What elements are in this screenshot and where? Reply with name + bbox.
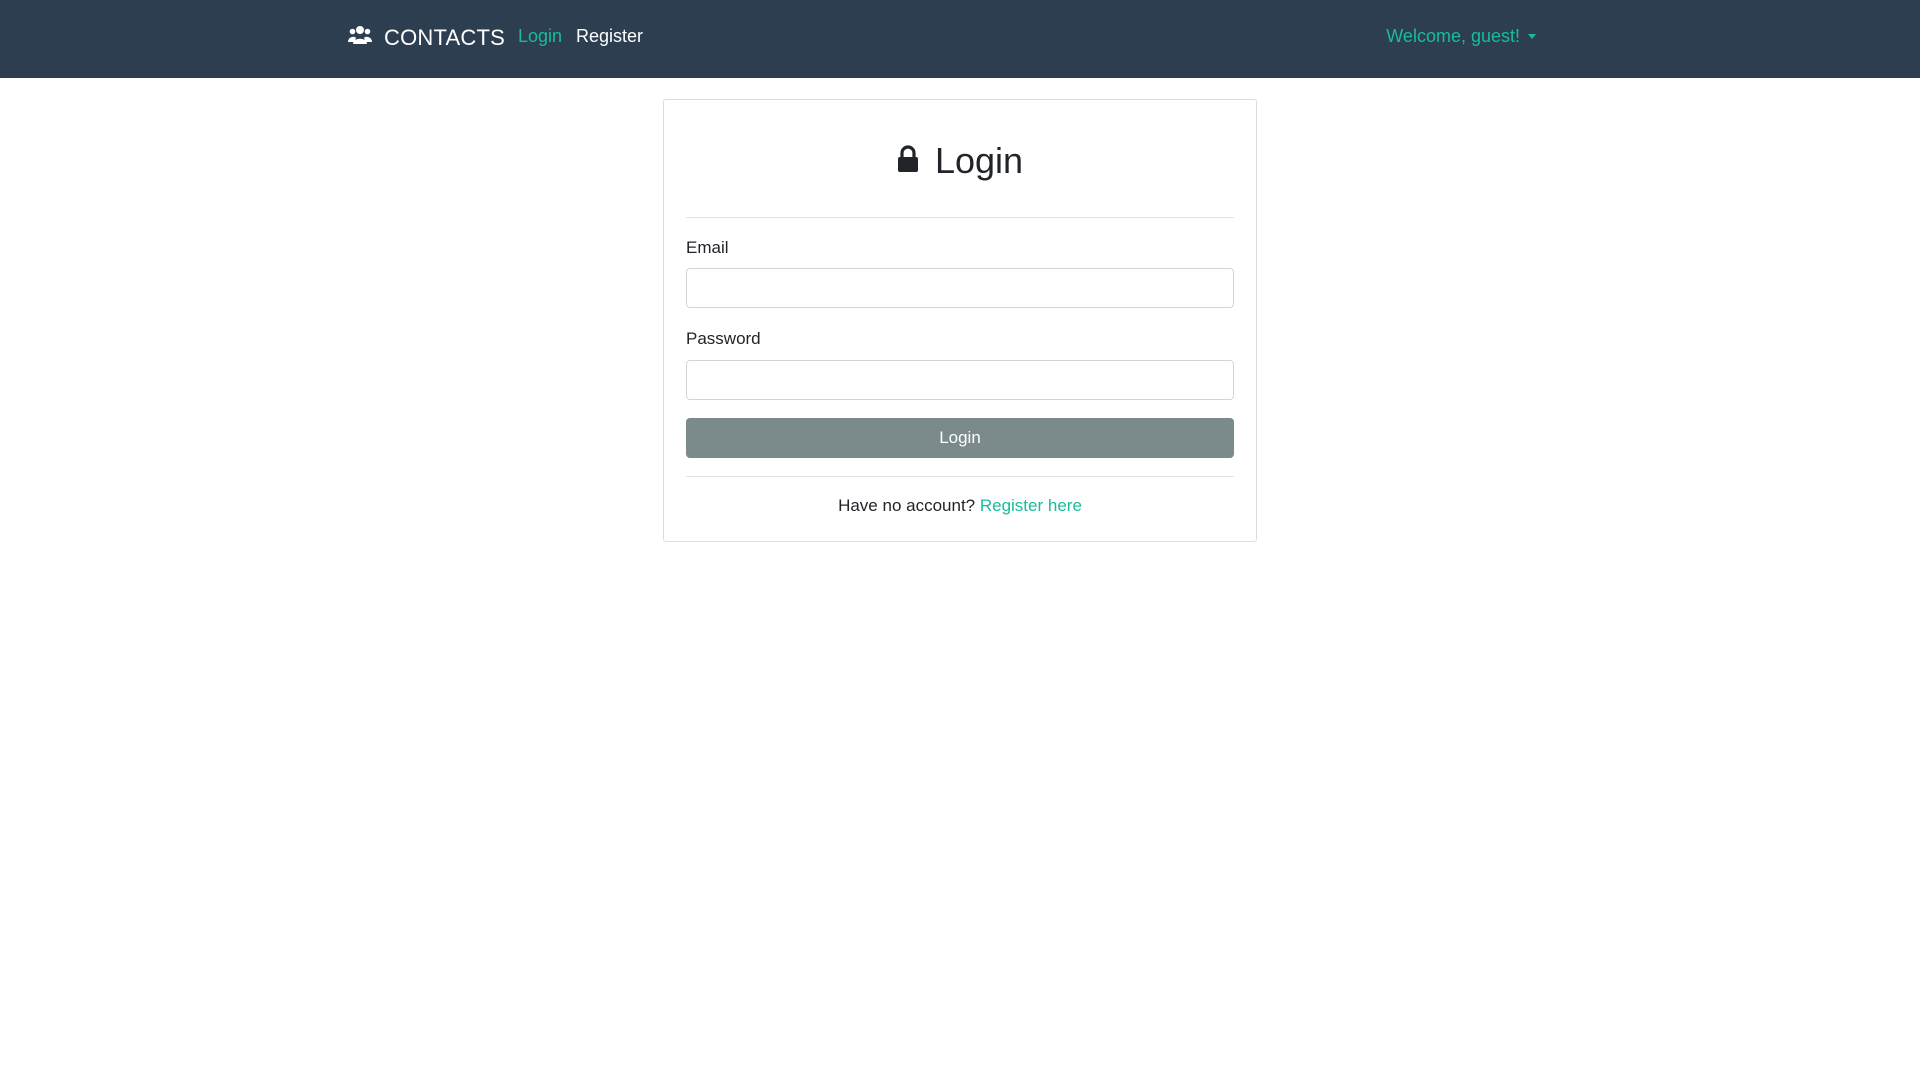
top-navbar: CONTACTS Login Register Welcome, guest! — [0, 0, 1920, 78]
brand-link[interactable]: CONTACTS — [348, 24, 505, 52]
email-field[interactable] — [686, 268, 1234, 308]
register-prompt-text: Have no account? — [838, 496, 980, 515]
page-title: Login — [934, 140, 1024, 181]
welcome-text: Welcome, guest! — [1386, 26, 1520, 46]
nav-login-link[interactable]: Login — [518, 26, 562, 47]
divider — [686, 217, 1234, 218]
divider — [686, 476, 1234, 477]
nav-register-link[interactable]: Register — [576, 26, 643, 47]
login-button[interactable]: Login — [686, 418, 1234, 458]
card-heading: Login — [664, 140, 1256, 182]
user-dropdown-toggle[interactable]: Welcome, guest! — [1386, 26, 1536, 47]
caret-down-icon — [1528, 34, 1536, 39]
register-here-link[interactable]: Register here — [980, 496, 1082, 515]
email-label: Email — [686, 238, 729, 257]
password-field[interactable] — [686, 360, 1234, 400]
users-icon — [348, 25, 384, 51]
brand-title: CONTACTS — [384, 25, 505, 50]
login-card: Login Email Password Login Have no accou… — [663, 99, 1257, 542]
register-prompt: Have no account? Register here — [664, 496, 1256, 516]
password-label: Password — [686, 329, 761, 348]
lock-icon — [897, 140, 935, 182]
